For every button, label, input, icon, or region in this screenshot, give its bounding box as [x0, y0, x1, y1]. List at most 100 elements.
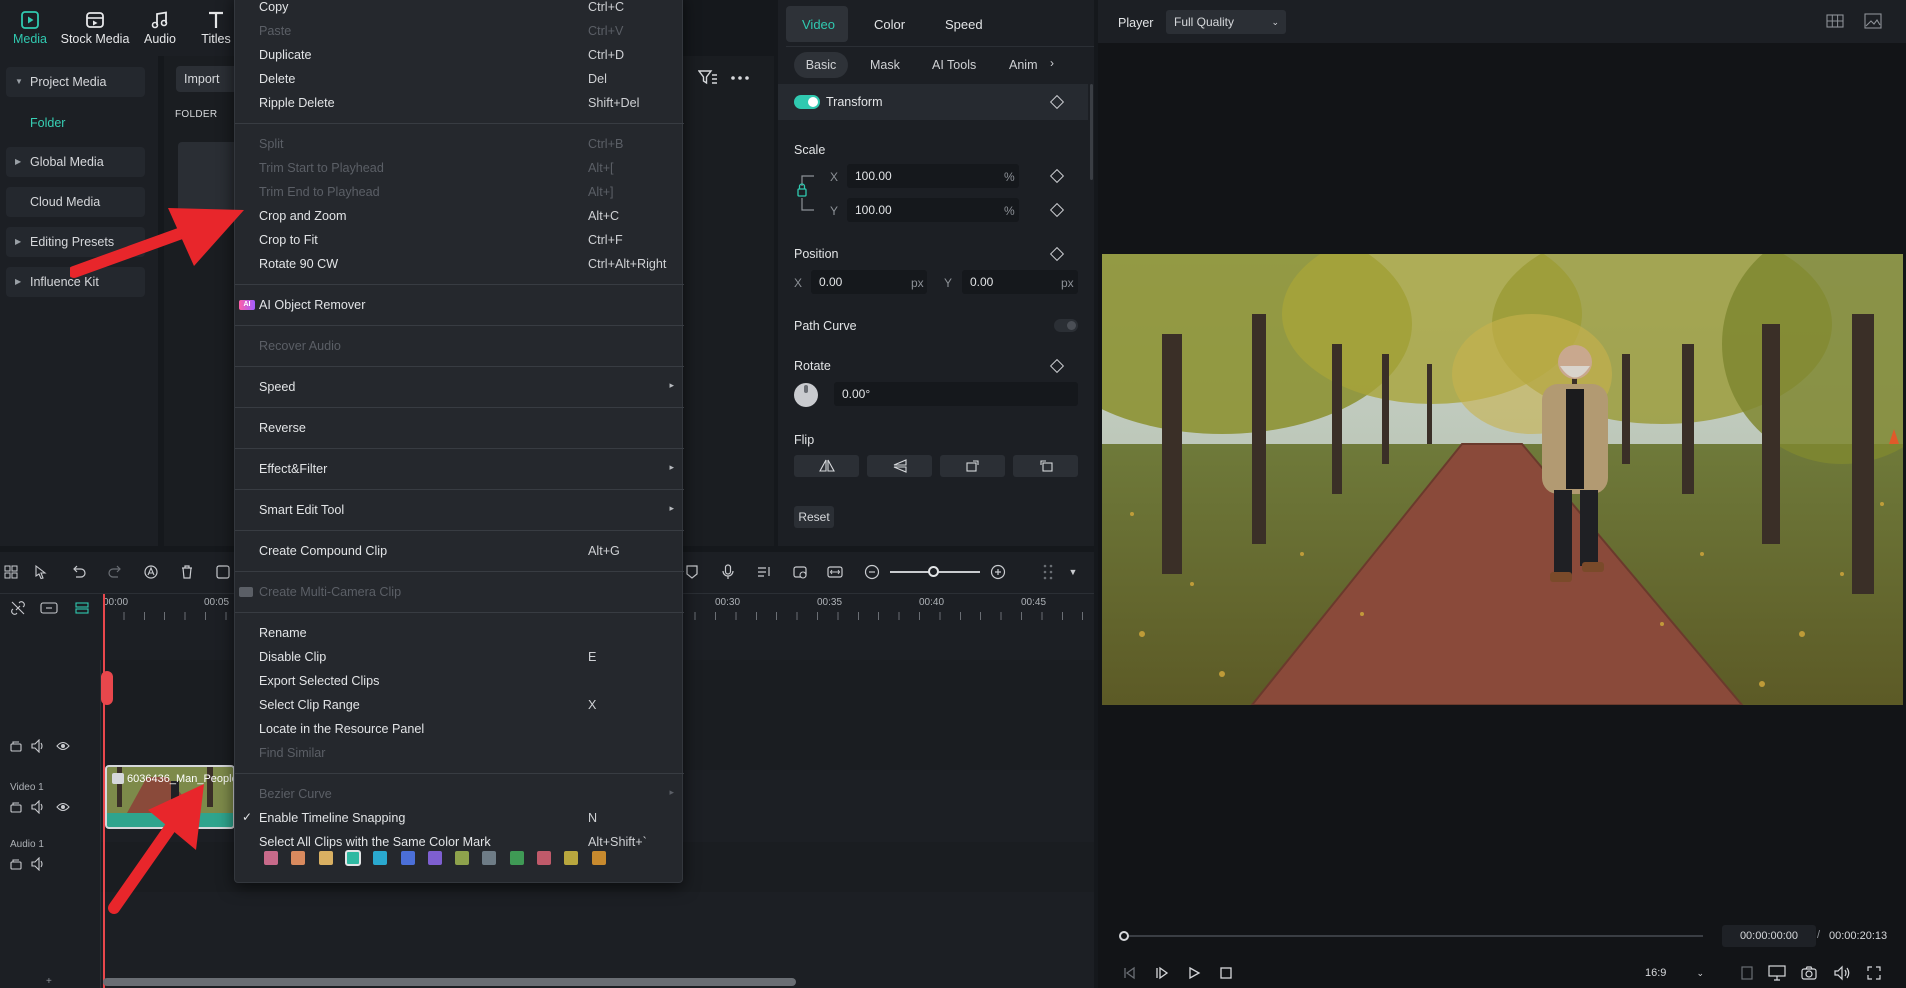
nav-stock-media[interactable]: Stock Media	[60, 8, 130, 52]
sidebar-item-global-media[interactable]: ▶ Global Media	[6, 147, 145, 177]
rotate-cw-button[interactable]	[940, 455, 1005, 477]
scrubber-track[interactable]	[1123, 935, 1703, 937]
scale-x-input[interactable]: 100.00	[847, 164, 1019, 188]
undo-icon[interactable]	[68, 561, 90, 583]
track-manager-icon[interactable]	[74, 600, 90, 616]
media-thumbnail[interactable]	[178, 142, 238, 214]
speaker-icon[interactable]	[31, 739, 45, 753]
image-icon[interactable]	[1864, 13, 1882, 29]
layout-grid-icon[interactable]	[0, 561, 22, 583]
menu-item-disable-clip[interactable]: Disable Clip E	[235, 645, 684, 669]
playhead-handle[interactable]	[101, 671, 113, 705]
aspect-ratio-select[interactable]: 16:9 ⌄	[1638, 962, 1712, 984]
current-time-display[interactable]: 00:00:00:00	[1722, 925, 1816, 947]
color-mark-swatch[interactable]	[455, 851, 470, 865]
color-mark-swatch[interactable]	[509, 851, 524, 865]
auto-reframe-icon[interactable]	[789, 561, 811, 583]
menu-item-copy[interactable]: Copy Ctrl+C	[235, 0, 684, 19]
menu-item-trim-start[interactable]: Trim Start to Playhead Alt+[	[235, 156, 684, 180]
speaker-icon[interactable]	[31, 857, 45, 871]
nav-audio[interactable]: Audio	[140, 8, 180, 52]
menu-item-speed[interactable]: Speed ▸	[235, 375, 684, 399]
menu-item-rename[interactable]: Rename	[235, 621, 684, 645]
speaker-icon[interactable]	[31, 800, 45, 814]
menu-item-create-multi-camera-clip[interactable]: Create Multi-Camera Clip	[235, 580, 684, 604]
menu-item-trim-end[interactable]: Trim End to Playhead Alt+]	[235, 180, 684, 204]
sidebar-item-editing-presets[interactable]: ▶ Editing Presets	[6, 227, 145, 257]
menu-item-duplicate[interactable]: Duplicate Ctrl+D	[235, 43, 684, 67]
flip-vertical-button[interactable]	[867, 455, 932, 477]
prev-frame-icon[interactable]	[1122, 966, 1136, 980]
stop-icon[interactable]	[1219, 966, 1233, 980]
volume-icon[interactable]	[1833, 965, 1851, 981]
select-tool-icon[interactable]	[30, 561, 52, 583]
menu-item-effect-filter[interactable]: Effect&Filter ▸	[235, 457, 684, 481]
rotate-input[interactable]: 0.00°	[834, 382, 1078, 406]
menu-item-ripple-delete[interactable]: Ripple Delete Shift+Del	[235, 91, 684, 115]
color-mark-swatch[interactable]	[564, 851, 579, 865]
menu-item-bezier-curve[interactable]: Bezier Curve ▸	[235, 782, 684, 806]
scale-y-input[interactable]: 100.00	[847, 198, 1019, 222]
rotate-dial[interactable]	[794, 383, 818, 407]
snapshot-camera-icon[interactable]	[1801, 965, 1817, 981]
trash-icon[interactable]	[176, 561, 198, 583]
filter-icon[interactable]	[698, 69, 718, 87]
plus-icon[interactable]: +	[46, 976, 52, 987]
ai-tool-icon[interactable]	[140, 561, 162, 583]
link-off-icon[interactable]	[10, 600, 26, 616]
grid-view-icon[interactable]	[1826, 14, 1844, 28]
mark-in-icon[interactable]	[1740, 965, 1754, 981]
menu-item-select-clip-range[interactable]: Select Clip Range X	[235, 693, 684, 717]
color-mark-swatch[interactable]	[427, 851, 442, 865]
transform-toggle[interactable]	[794, 95, 820, 109]
timeline-horizontal-scrollbar[interactable]	[103, 978, 796, 986]
menu-item-locate-in-resource-panel[interactable]: Locate in the Resource Panel	[235, 717, 684, 741]
track-lock-icon[interactable]	[9, 800, 23, 814]
more-options-icon[interactable]	[731, 76, 749, 80]
rotate-ccw-button[interactable]	[1013, 455, 1078, 477]
menu-item-paste[interactable]: Paste Ctrl+V	[235, 19, 684, 43]
position-x-input[interactable]: 0.00	[811, 270, 927, 294]
menu-item-crop-to-fit[interactable]: Crop to Fit Ctrl+F	[235, 228, 684, 252]
sidebar-item-cloud-media[interactable]: Cloud Media	[6, 187, 145, 217]
add-track-icon[interactable]	[40, 600, 58, 616]
video-clip[interactable]: 6036436_Man_People	[105, 765, 235, 829]
menu-item-create-compound-clip[interactable]: Create Compound Clip Alt+G	[235, 539, 684, 563]
sidebar-item-project-media[interactable]: ▼ Project Media	[6, 67, 145, 97]
path-curve-toggle[interactable]	[1054, 319, 1078, 332]
subtab-basic[interactable]: Basic	[794, 52, 848, 78]
color-mark-swatch[interactable]	[373, 851, 388, 865]
caret-down-icon[interactable]: ▼	[1062, 561, 1084, 583]
lock-ratio-icon[interactable]	[796, 172, 820, 216]
color-mark-swatch[interactable]	[591, 851, 606, 865]
play-icon[interactable]	[1187, 966, 1201, 980]
flip-horizontal-button[interactable]	[794, 455, 859, 477]
subtab-mask[interactable]: Mask	[870, 52, 900, 78]
subtab-ai-tools[interactable]: AI Tools	[932, 52, 976, 78]
color-mark-swatch[interactable]	[291, 851, 306, 865]
menu-item-rotate-90-cw[interactable]: Rotate 90 CW Ctrl+Alt+Right	[235, 252, 684, 276]
column-drag-icon[interactable]	[1037, 561, 1059, 583]
eye-icon[interactable]	[56, 801, 70, 813]
fullscreen-icon[interactable]	[1866, 965, 1882, 981]
marker-icon[interactable]	[681, 561, 703, 583]
zoom-in-icon[interactable]	[987, 561, 1009, 583]
audio-mixer-icon[interactable]	[753, 561, 775, 583]
scrubber-handle[interactable]	[1119, 931, 1129, 941]
track-lock-icon[interactable]	[9, 739, 23, 753]
color-mark-swatch[interactable]	[400, 851, 415, 865]
menu-item-ai-object-remover[interactable]: AI AI Object Remover	[235, 293, 684, 317]
chevron-right-icon[interactable]: ›	[1050, 56, 1054, 70]
crop-tool-icon[interactable]	[212, 561, 234, 583]
fit-timeline-icon[interactable]	[824, 561, 846, 583]
subtab-animation[interactable]: Anim	[1009, 52, 1039, 78]
display-icon[interactable]	[1768, 965, 1786, 981]
import-button[interactable]: Import	[176, 66, 242, 92]
redo-icon[interactable]	[104, 561, 126, 583]
menu-item-recover-audio[interactable]: Recover Audio	[235, 334, 684, 358]
sidebar-item-folder[interactable]: Folder	[30, 116, 65, 130]
nav-media[interactable]: Media	[10, 8, 50, 52]
zoom-slider-handle[interactable]	[928, 566, 939, 577]
tab-speed[interactable]: Speed	[945, 17, 983, 32]
microphone-icon[interactable]	[717, 561, 739, 583]
